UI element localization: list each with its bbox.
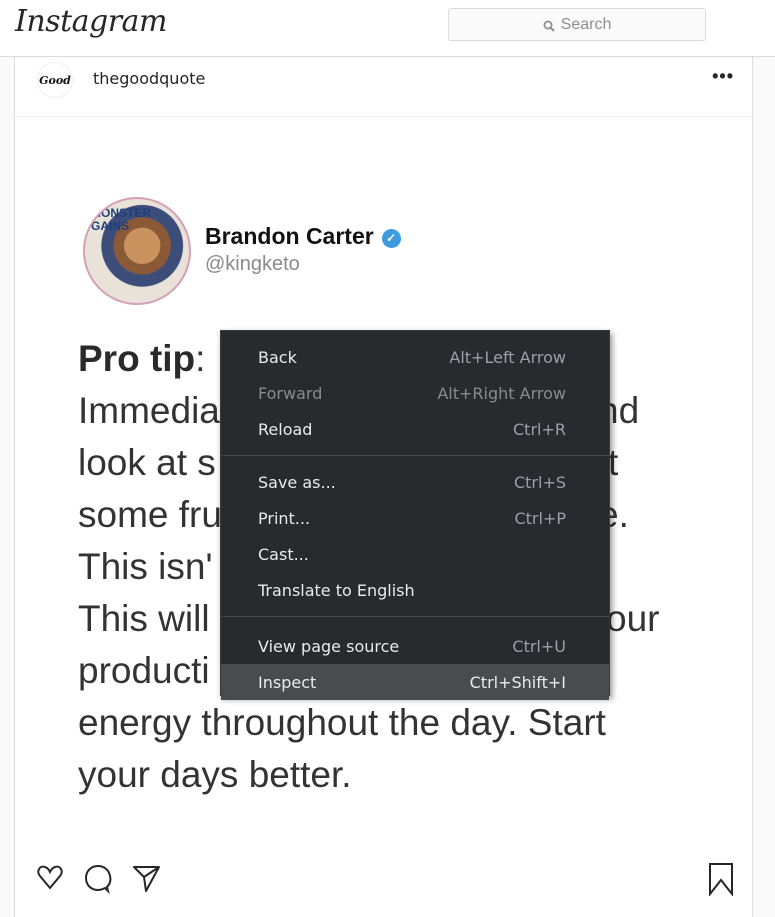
browser-context-menu: Back Alt+Left Arrow Forward Alt+Right Arro…: [220, 330, 610, 700]
menu-item-forward[interactable]: Forward Alt+Right Arrow: [221, 375, 609, 411]
tweet-author-name-text: Brandon Carter: [205, 223, 374, 249]
post-header: Good thegoodquote •••: [15, 57, 752, 117]
heart-icon[interactable]: [35, 862, 65, 892]
menu-item-view-source[interactable]: View page source Ctrl+U: [221, 628, 609, 664]
tweet-bold-label: Pro tip: [78, 338, 196, 379]
post-actions: [15, 862, 752, 902]
menu-item-save-as[interactable]: Save as... Ctrl+S: [221, 464, 609, 500]
top-navigation-bar: Instagram Search: [0, 0, 775, 57]
search-icon: [543, 19, 555, 32]
comment-icon[interactable]: [83, 862, 113, 894]
instagram-logo[interactable]: Instagram: [15, 4, 167, 39]
menu-item-print[interactable]: Print... Ctrl+P: [221, 500, 609, 536]
tweet-avatar: MONSTER GAINS: [83, 197, 191, 305]
menu-item-translate[interactable]: Translate to English: [221, 572, 609, 608]
bookmark-icon[interactable]: [707, 862, 735, 896]
tweet-line: energy throughout the day. Start: [78, 702, 606, 743]
search-placeholder: Search: [560, 15, 612, 33]
avatar-magazine-text: MONSTER GAINS: [91, 206, 151, 233]
menu-item-reload[interactable]: Reload Ctrl+R: [221, 411, 609, 447]
menu-item-inspect[interactable]: Inspect Ctrl+Shift+I: [221, 664, 609, 700]
author-username[interactable]: thegoodquote: [93, 69, 205, 88]
tweet-line: your days better.: [78, 754, 352, 795]
menu-separator: [221, 455, 609, 456]
author-avatar[interactable]: Good: [37, 62, 73, 98]
search-input[interactable]: Search: [448, 8, 706, 41]
more-options-icon[interactable]: •••: [712, 66, 734, 87]
menu-item-back[interactable]: Back Alt+Left Arrow: [221, 339, 609, 375]
verified-badge-icon: ✓: [381, 229, 401, 248]
send-icon[interactable]: [131, 862, 161, 894]
menu-separator: [221, 616, 609, 617]
tweet-handle: @kingketo: [205, 253, 300, 275]
menu-item-cast[interactable]: Cast...: [221, 536, 609, 572]
tweet-author-name: Brandon Carter ✓: [205, 223, 401, 250]
